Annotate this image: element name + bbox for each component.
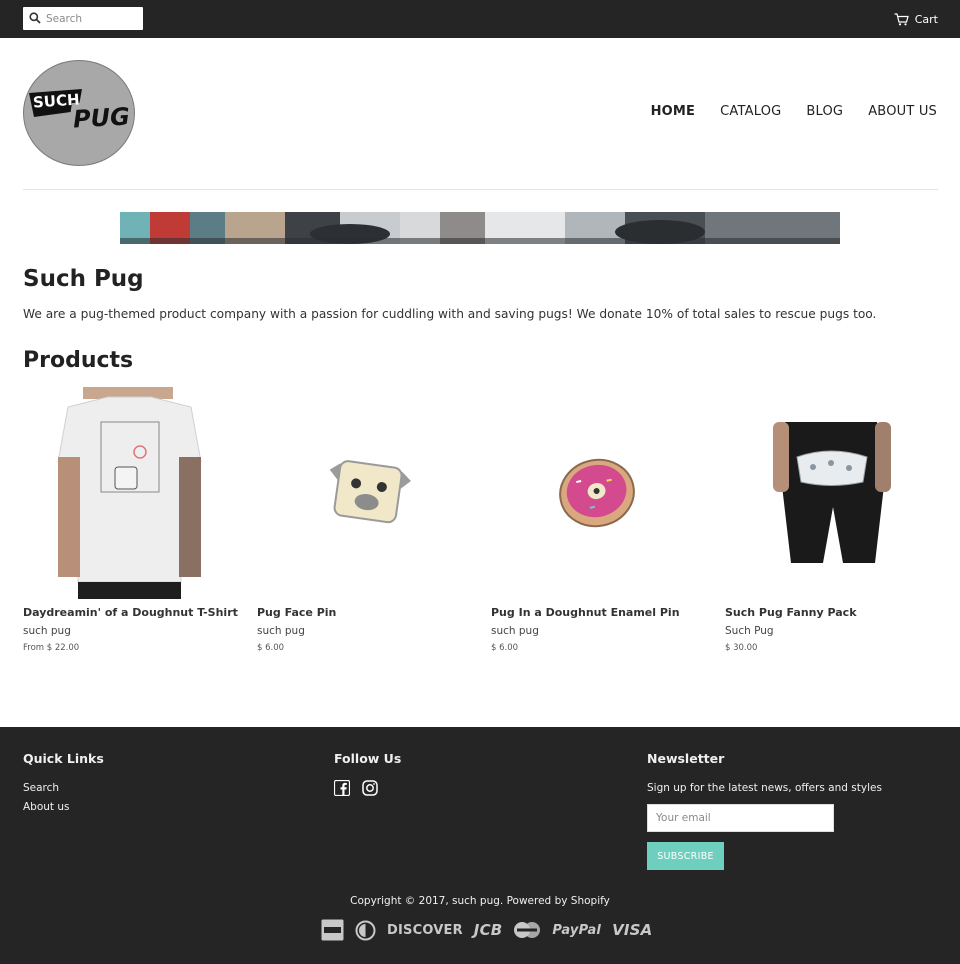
page-title: Such Pug — [23, 266, 144, 292]
product-card[interactable]: Pug In a Doughnut Enamel Pin such pug $ … — [491, 387, 704, 653]
nav-home[interactable]: HOME — [651, 104, 696, 119]
product-vendor: such pug — [257, 625, 305, 637]
cart-link[interactable]: Cart — [894, 11, 938, 27]
product-name[interactable]: Such Pug Fanny Pack — [725, 606, 857, 619]
instagram-icon[interactable] — [362, 780, 378, 796]
site-footer: Quick Links Search About us Follow Us Ne… — [0, 727, 960, 964]
top-bar: Cart — [0, 0, 960, 38]
product-vendor: Such Pug — [725, 625, 774, 637]
product-name[interactable]: Pug In a Doughnut Enamel Pin — [491, 606, 680, 619]
product-vendor: such pug — [491, 625, 539, 637]
search-icon[interactable] — [29, 12, 41, 24]
paypal-icon: PayPal — [552, 922, 602, 938]
hero-banner-image — [120, 212, 840, 244]
cart-icon — [894, 12, 909, 25]
newsletter-text: Sign up for the latest news, offers and … — [647, 782, 882, 794]
main-nav: HOME CATALOG BLOG ABOUT US — [651, 104, 937, 119]
payment-icons: DISCOVER JCB PayPal VISA — [321, 919, 653, 941]
product-card[interactable]: Pug Face Pin such pug $ 6.00 — [257, 387, 470, 653]
product-price: $ 6.00 — [491, 643, 519, 653]
mastercard-icon — [514, 922, 541, 938]
header-divider — [23, 189, 938, 190]
quick-links-title: Quick Links — [23, 751, 104, 766]
diners-club-icon — [355, 920, 376, 940]
site-logo[interactable]: SUCH PUG — [23, 60, 135, 166]
nav-catalog[interactable]: CATALOG — [720, 104, 781, 119]
cart-label[interactable]: Cart — [915, 13, 938, 26]
footer-link-about-us[interactable]: About us — [23, 801, 70, 813]
product-name[interactable]: Pug Face Pin — [257, 606, 336, 619]
facebook-icon[interactable] — [334, 780, 350, 796]
product-price: $ 30.00 — [725, 643, 758, 653]
product-image-pug-face-pin[interactable] — [257, 387, 470, 599]
follow-us-title: Follow Us — [334, 751, 402, 766]
subscribe-button[interactable]: SUBSCRIBE — [647, 842, 724, 870]
product-image-tshirt[interactable] — [23, 387, 236, 599]
nav-blog[interactable]: BLOG — [806, 104, 843, 119]
product-card[interactable]: Such Pug Fanny Pack Such Pug $ 30.00 — [725, 387, 938, 653]
social-links — [334, 780, 378, 796]
nav-about-us[interactable]: ABOUT US — [868, 104, 937, 119]
product-vendor: such pug — [23, 625, 71, 637]
visa-icon: VISA — [612, 921, 653, 939]
newsletter-title: Newsletter — [647, 751, 725, 766]
products-section-title: Products — [23, 348, 134, 373]
copyright-text: Copyright © 2017, such pug. Powered by S… — [350, 895, 610, 907]
product-image-doughnut-pin[interactable] — [491, 387, 704, 599]
search-box[interactable] — [23, 7, 143, 30]
newsletter-email-input[interactable] — [647, 804, 834, 832]
product-name[interactable]: Daydreamin' of a Doughnut T-Shirt — [23, 606, 238, 619]
search-input[interactable] — [46, 10, 138, 27]
footer-link-search[interactable]: Search — [23, 782, 59, 794]
product-card[interactable]: Daydreamin' of a Doughnut T-Shirt such p… — [23, 387, 238, 653]
amex-icon — [321, 919, 344, 941]
product-price: From $ 22.00 — [23, 643, 80, 653]
jcb-icon: JCB — [473, 921, 503, 939]
site-description: We are a pug-themed product company with… — [23, 307, 877, 321]
product-price: $ 6.00 — [257, 643, 285, 653]
logo-text-bottom: PUG — [72, 102, 131, 134]
product-image-fanny-pack[interactable] — [725, 387, 938, 599]
discover-icon: DISCOVER — [387, 922, 463, 938]
